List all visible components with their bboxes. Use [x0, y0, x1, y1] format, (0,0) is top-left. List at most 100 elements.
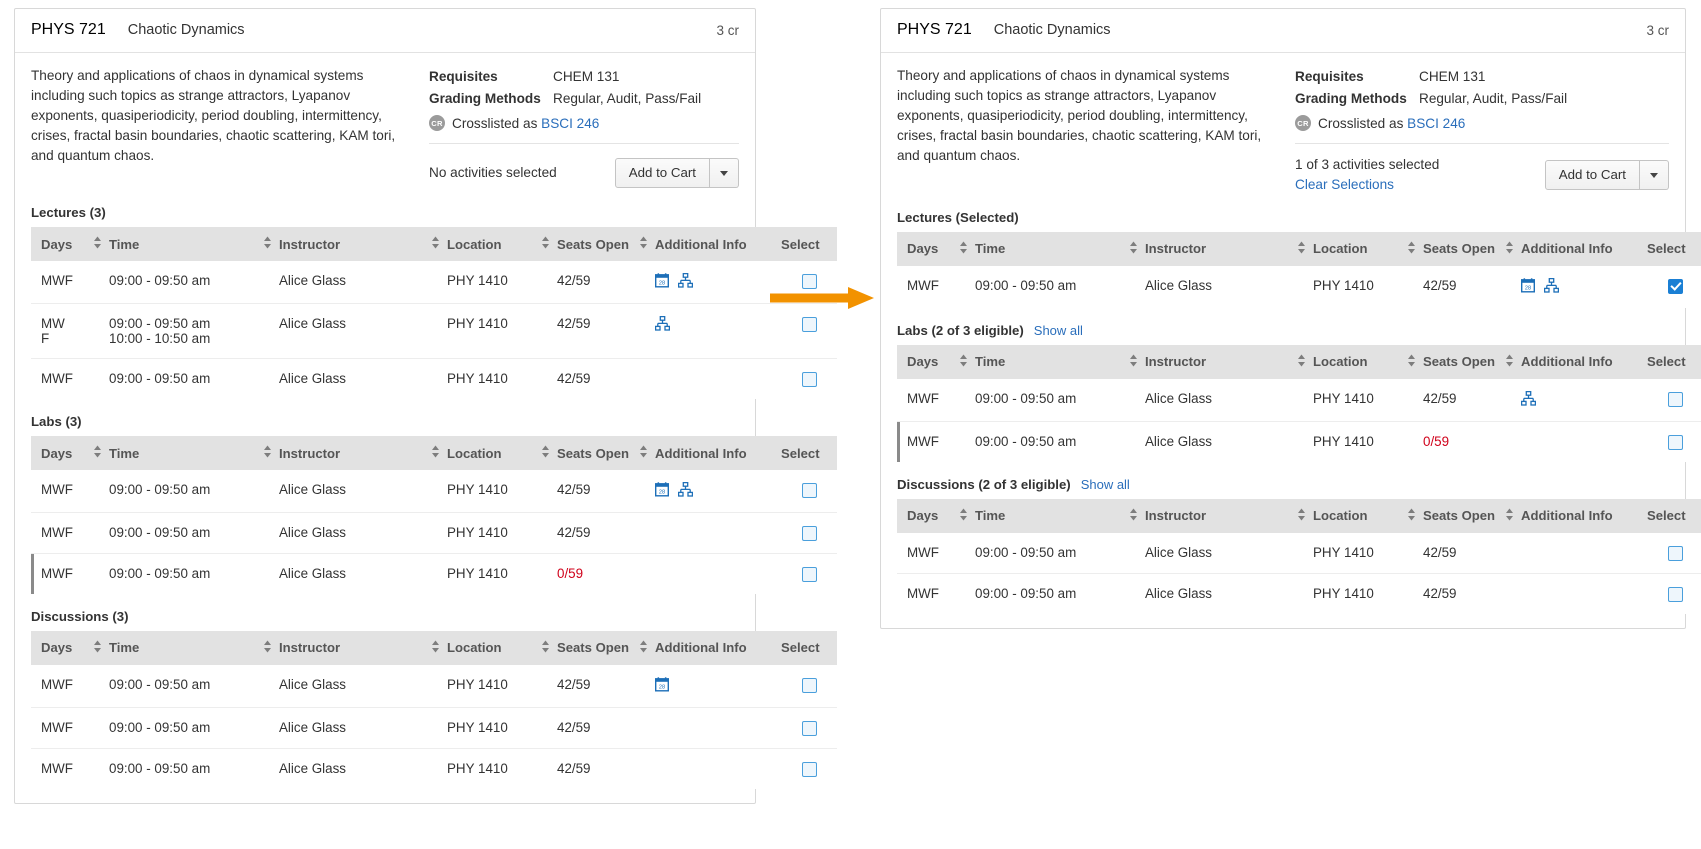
select-activity-checkbox[interactable] — [1667, 278, 1683, 294]
add-to-cart-dropdown-button[interactable] — [1640, 160, 1669, 191]
sort-toggle-icon[interactable] — [541, 236, 550, 249]
column-header-time[interactable]: Time — [975, 498, 1125, 533]
column-header-seats-open[interactable]: Seats Open — [557, 227, 635, 262]
table-row[interactable]: MWF 09:00 - 09:50 am Alice Glass PHY 1410 42… — [31, 664, 837, 708]
column-header-seats-open[interactable]: Seats Open — [557, 436, 635, 471]
sort-toggle-icon[interactable] — [1297, 241, 1306, 254]
table-row[interactable]: MW F 09:00 - 09:50 am 10:00 - 10:50 am Alice… — [31, 303, 837, 360]
column-header-days[interactable]: Days — [31, 630, 89, 665]
sort-toggle-icon[interactable] — [639, 445, 648, 458]
column-header-instructor[interactable]: Instructor — [1145, 498, 1293, 533]
column-header-days[interactable]: Days — [897, 231, 955, 266]
sort-toggle-icon[interactable] — [1297, 508, 1306, 521]
column-header-days[interactable]: Days — [897, 344, 955, 379]
column-header-time[interactable]: Time — [109, 436, 259, 471]
sort-toggle-icon[interactable] — [1407, 354, 1416, 367]
select-activity-checkbox[interactable] — [801, 317, 817, 333]
sort-toggle-icon[interactable] — [263, 236, 272, 249]
sitemap-icon[interactable] — [1543, 277, 1560, 296]
column-header-location[interactable]: Location — [1313, 344, 1403, 379]
sort-toggle-icon[interactable] — [1505, 354, 1514, 367]
select-activity-checkbox[interactable] — [801, 720, 817, 736]
sort-toggle-icon[interactable] — [639, 640, 648, 653]
table-row[interactable]: MWF 09:00 - 09:50 am Alice Glass PHY 1410 42… — [897, 573, 1701, 614]
sort-toggle-icon[interactable] — [93, 236, 102, 249]
crosslist-course-link[interactable]: BSCI 246 — [541, 116, 599, 131]
table-row[interactable]: MWF 09:00 - 09:50 am Alice Glass PHY 1410 42… — [31, 748, 837, 789]
select-activity-checkbox[interactable] — [801, 274, 817, 290]
sort-toggle-icon[interactable] — [263, 640, 272, 653]
table-row[interactable]: MWF 09:00 - 09:50 am Alice Glass PHY 1410 42… — [31, 261, 837, 305]
column-header-location[interactable]: Location — [1313, 498, 1403, 533]
column-header-instructor[interactable]: Instructor — [1145, 344, 1293, 379]
table-row[interactable]: MWF 09:00 - 09:50 am Alice Glass PHY 1410 42… — [897, 378, 1701, 422]
column-header-days[interactable]: Days — [31, 436, 89, 471]
sort-toggle-icon[interactable] — [1129, 241, 1138, 254]
column-header-time[interactable]: Time — [975, 231, 1125, 266]
column-header-instructor[interactable]: Instructor — [1145, 231, 1293, 266]
column-header-time[interactable]: Time — [109, 227, 259, 262]
select-activity-checkbox[interactable] — [1667, 586, 1683, 602]
sort-toggle-icon[interactable] — [959, 508, 968, 521]
sort-toggle-icon[interactable] — [1129, 354, 1138, 367]
show-all-link[interactable]: Show all — [1081, 477, 1130, 492]
table-row[interactable]: MWF 09:00 - 09:50 am Alice Glass PHY 1410 42… — [31, 358, 837, 400]
column-header-days[interactable]: Days — [897, 498, 955, 533]
column-header-location[interactable]: Location — [1313, 231, 1403, 266]
sort-toggle-icon[interactable] — [541, 640, 550, 653]
select-activity-checkbox[interactable] — [1667, 391, 1683, 407]
crosslist-course-link[interactable]: BSCI 246 — [1407, 116, 1465, 131]
add-to-cart-button[interactable]: Add to Cart — [1544, 160, 1640, 191]
sort-toggle-icon[interactable] — [959, 354, 968, 367]
column-header-location[interactable]: Location — [447, 436, 537, 471]
sitemap-icon[interactable] — [1520, 390, 1537, 409]
sort-toggle-icon[interactable] — [541, 445, 550, 458]
column-header-instructor[interactable]: Instructor — [279, 227, 427, 262]
column-header-seats-open[interactable]: Seats Open — [557, 630, 635, 665]
sort-toggle-icon[interactable] — [1407, 508, 1416, 521]
sort-toggle-icon[interactable] — [263, 445, 272, 458]
sitemap-icon[interactable] — [677, 273, 694, 291]
select-activity-checkbox[interactable] — [801, 483, 817, 499]
column-header-days[interactable]: Days — [31, 227, 89, 262]
select-activity-checkbox[interactable] — [1667, 545, 1683, 561]
table-row[interactable]: MWF 09:00 - 09:50 am Alice Glass PHY 1410 0/… — [897, 421, 1701, 462]
column-header-instructor[interactable]: Instructor — [279, 436, 427, 471]
sort-toggle-icon[interactable] — [1407, 241, 1416, 254]
sort-toggle-icon[interactable] — [1297, 354, 1306, 367]
column-header-instructor[interactable]: Instructor — [279, 630, 427, 665]
add-to-cart-dropdown-button[interactable] — [710, 158, 739, 189]
column-header-time[interactable]: Time — [975, 344, 1125, 379]
column-header-seats-open[interactable]: Seats Open — [1423, 344, 1501, 379]
calendar-icon[interactable]: 28 — [654, 273, 670, 291]
select-activity-checkbox[interactable] — [801, 372, 817, 388]
show-all-link[interactable]: Show all — [1034, 323, 1083, 338]
sort-toggle-icon[interactable] — [639, 236, 648, 249]
select-activity-checkbox[interactable] — [801, 677, 817, 693]
sort-toggle-icon[interactable] — [431, 236, 440, 249]
calendar-icon[interactable]: 28 — [1520, 278, 1536, 296]
column-header-location[interactable]: Location — [447, 227, 537, 262]
add-to-cart-button[interactable]: Add to Cart — [614, 158, 710, 189]
table-row[interactable]: MWF 09:00 - 09:50 am Alice Glass PHY 1410 0/… — [31, 553, 837, 594]
table-row[interactable]: MWF 09:00 - 09:50 am Alice Glass PHY 1410 42… — [897, 532, 1701, 574]
calendar-icon[interactable]: 28 — [654, 482, 670, 500]
column-header-seats-open[interactable]: Seats Open — [1423, 231, 1501, 266]
sort-toggle-icon[interactable] — [431, 445, 440, 458]
sort-toggle-icon[interactable] — [93, 445, 102, 458]
table-row[interactable]: MWF 09:00 - 09:50 am Alice Glass PHY 1410 42… — [897, 265, 1701, 308]
sort-toggle-icon[interactable] — [431, 640, 440, 653]
table-row[interactable]: MWF 09:00 - 09:50 am Alice Glass PHY 1410 42… — [31, 707, 837, 749]
select-activity-checkbox[interactable] — [1667, 434, 1683, 450]
sitemap-icon[interactable] — [654, 316, 671, 334]
select-activity-checkbox[interactable] — [801, 761, 817, 777]
calendar-icon[interactable]: 28 — [654, 677, 670, 695]
sort-toggle-icon[interactable] — [959, 241, 968, 254]
column-header-seats-open[interactable]: Seats Open — [1423, 498, 1501, 533]
table-row[interactable]: MWF 09:00 - 09:50 am Alice Glass PHY 1410 42… — [31, 470, 837, 514]
clear-selections-link[interactable]: Clear Selections — [1295, 176, 1545, 194]
column-header-time[interactable]: Time — [109, 630, 259, 665]
sitemap-icon[interactable] — [677, 482, 694, 500]
select-activity-checkbox[interactable] — [801, 566, 817, 582]
sort-toggle-icon[interactable] — [1505, 241, 1514, 254]
